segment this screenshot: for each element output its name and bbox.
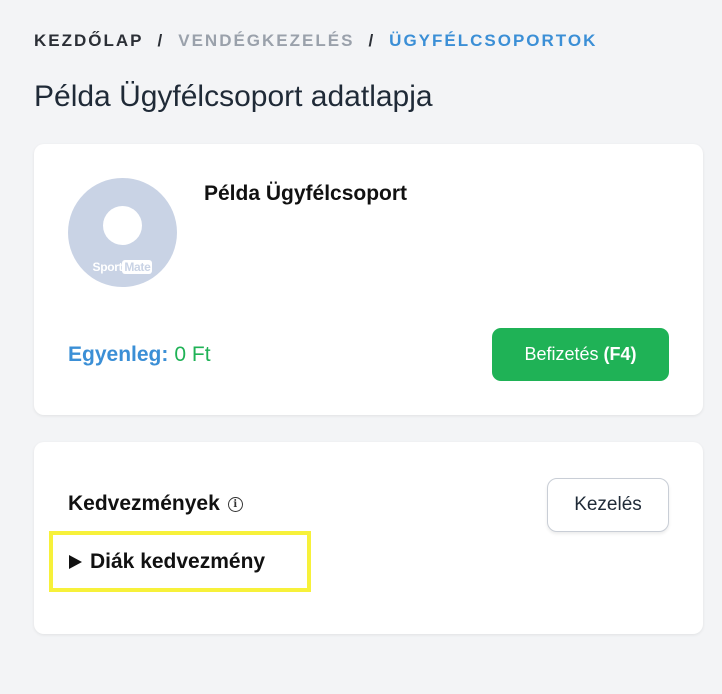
discount-item-highlight: Diák kedvezmény — [49, 531, 311, 592]
balance: Egyenleg: 0 Ft — [68, 343, 211, 367]
discounts-title-text: Kedvezmények — [68, 492, 220, 515]
breadcrumb-separator: / — [368, 31, 376, 50]
discount-item[interactable]: Diák kedvezmény — [69, 550, 265, 574]
breadcrumb-section[interactable]: VENDÉGKEZELÉS — [178, 31, 354, 51]
balance-value: 0 Ft — [174, 343, 211, 366]
avatar: Sport Mate — [68, 178, 177, 287]
breadcrumb: KEZDŐLAP / VENDÉGKEZELÉS / ÜGYFÉLCSOPORT… — [34, 31, 597, 51]
manage-button[interactable]: Kezelés — [547, 478, 669, 532]
logo-mate-text: Mate — [122, 260, 153, 274]
pay-button-hotkey: (F4) — [603, 344, 637, 364]
discounts-card: Kedvezmények i Kezelés Diák kedvezmény — [34, 442, 703, 634]
profile-name: Példa Ügyfélcsoport — [204, 182, 408, 205]
pay-button[interactable]: Befizetés (F4) — [492, 328, 669, 381]
sportmate-logo: Sport Mate — [68, 260, 177, 274]
avatar-head-icon — [103, 206, 142, 245]
discount-item-label: Diák kedvezmény — [90, 549, 266, 573]
play-triangle-icon — [69, 554, 82, 569]
breadcrumb-separator: / — [157, 31, 165, 50]
logo-sport-text: Sport — [92, 260, 123, 274]
pay-button-label: Befizetés — [524, 344, 599, 364]
page-title: Példa Ügyfélcsoport adatlapja — [34, 80, 433, 113]
profile-card: Sport Mate Példa Ügyfélcsoport Egyenleg: … — [34, 144, 703, 415]
discounts-title: Kedvezmények i — [68, 492, 243, 516]
breadcrumb-current[interactable]: ÜGYFÉLCSOPORTOK — [389, 31, 597, 51]
breadcrumb-home[interactable]: KEZDŐLAP — [34, 31, 144, 51]
balance-label: Egyenleg: — [68, 343, 169, 366]
info-icon[interactable]: i — [227, 496, 243, 512]
